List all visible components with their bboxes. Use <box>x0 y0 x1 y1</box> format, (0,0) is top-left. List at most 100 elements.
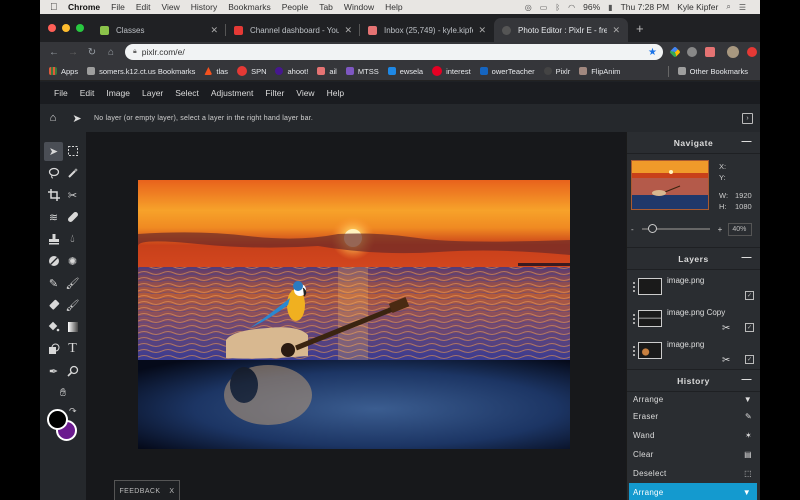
collapse-layers-button[interactable]: — <box>742 252 753 263</box>
layer-mask-scissors-icon[interactable]: ✂ <box>722 355 730 366</box>
bookmark-other[interactable]: Other Bookmarks <box>677 67 748 76</box>
zoom-out-button[interactable]: - <box>631 225 634 234</box>
pixlr-menu-file[interactable]: File <box>54 88 68 98</box>
wifi-icon[interactable]: ◠ <box>568 3 575 12</box>
heal-tool-icon[interactable] <box>63 208 82 227</box>
bookmark-star-icon[interactable]: ★ <box>648 47 657 58</box>
mac-menu-help[interactable]: Help <box>385 2 402 12</box>
new-tab-button[interactable]: + <box>636 21 644 36</box>
mac-menu-bookmarks[interactable]: Bookmarks <box>228 2 271 12</box>
home-icon[interactable]: ⌂ <box>47 112 59 124</box>
pixlr-menu-view[interactable]: View <box>296 88 314 98</box>
bookmark-powerteacher[interactable]: owerTeacher <box>479 67 535 76</box>
drag-handle-icon[interactable] <box>633 314 635 324</box>
tab-youtube-dashboard[interactable]: Channel dashboard - YouTube ✕ <box>226 18 360 42</box>
clone-stamp-tool-icon[interactable] <box>44 230 63 249</box>
mac-menu-tab[interactable]: Tab <box>319 2 333 12</box>
menu-app-name[interactable]: Chrome <box>68 2 100 12</box>
bookmark-flipanim[interactable]: FlipAnim <box>579 67 620 76</box>
spotlight-icon[interactable]: ⌕ <box>726 2 730 12</box>
layer-visibility-checkbox[interactable]: ✓ <box>745 291 754 300</box>
history-item[interactable]: Deselect ⬚ <box>627 464 760 483</box>
tab-pixlr-editor[interactable]: Photo Editor : Pixlr E - free ima ✕ <box>494 18 628 42</box>
history-item[interactable]: Wand ✶ <box>627 426 760 445</box>
pixlr-menu-select[interactable]: Select <box>175 88 199 98</box>
bookmark-somers[interactable]: somers.k12.ct.us Bookmarks <box>87 67 195 76</box>
zoom-slider[interactable] <box>641 224 710 233</box>
tab-gmail-inbox[interactable]: Inbox (25,749) - kyle.kipfer@ ✕ <box>360 18 494 42</box>
notification-center-icon[interactable]: ☰ <box>739 3 746 12</box>
feedback-label[interactable]: FEEDBACK <box>119 488 160 495</box>
history-item-selected[interactable]: Arrange ▼ <box>629 483 757 500</box>
layer-item[interactable]: image.png Copy ✂ ✓ <box>627 306 760 336</box>
collapse-navigate-button[interactable]: — <box>742 136 753 147</box>
layer-name[interactable]: image.png Copy <box>667 308 725 317</box>
bookmark-gmail[interactable]: ail <box>317 67 337 76</box>
history-item[interactable]: Eraser ✎ <box>627 407 760 426</box>
feedback-close-icon[interactable]: X <box>169 488 174 495</box>
pixlr-menu-adjustment[interactable]: Adjustment <box>211 88 254 98</box>
maximize-window-button[interactable] <box>76 24 84 32</box>
dodge-burn-tool-icon[interactable] <box>44 252 63 271</box>
image-canvas[interactable] <box>138 180 570 449</box>
user-name[interactable]: Kyle Kipfer <box>677 2 718 12</box>
bluetooth-icon[interactable]: ᛒ <box>555 3 560 12</box>
drag-handle-icon[interactable] <box>633 346 635 356</box>
zoom-slider-handle[interactable] <box>647 224 657 233</box>
swap-colors-icon[interactable]: ↷ <box>69 406 77 417</box>
layer-item[interactable]: image.png ✂ ✓ <box>627 338 760 368</box>
tab-close-icon[interactable]: ✕ <box>612 25 620 36</box>
mac-menu-view[interactable]: View <box>161 2 179 12</box>
layer-item[interactable]: image.png ✓ <box>627 274 760 304</box>
collapse-history-button[interactable]: — <box>742 374 753 385</box>
toggle-panels-button[interactable]: › <box>742 112 753 124</box>
address-bar[interactable]: 🔒︎ pixlr.com/e/ ★ <box>125 44 663 60</box>
history-item[interactable]: Arrange ▼ <box>627 392 760 407</box>
pixlr-menu-layer[interactable]: Layer <box>142 88 163 98</box>
layer-visibility-checkbox[interactable]: ✓ <box>745 323 754 332</box>
pixlr-menu-help[interactable]: Help <box>327 88 344 98</box>
google-drive-extension-icon[interactable] <box>669 46 681 58</box>
navigator-thumbnail[interactable] <box>631 160 709 210</box>
cutout-tool-icon[interactable]: ✂ <box>63 186 82 205</box>
arrange-tool-icon[interactable]: ➤ <box>44 141 63 161</box>
forward-button[interactable]: → <box>68 47 78 58</box>
layer-visibility-checkbox[interactable]: ✓ <box>745 355 754 364</box>
screencastify-extension-icon[interactable] <box>705 47 715 57</box>
eyedropper-tool-icon[interactable]: ✒ <box>44 362 63 381</box>
profile-avatar[interactable] <box>727 46 739 58</box>
lock-icon[interactable]: 🔒︎ <box>133 48 137 56</box>
creative-cloud-icon[interactable]: ◎ <box>525 3 532 12</box>
minimize-window-button[interactable] <box>62 24 70 32</box>
history-item[interactable]: Clear ▤ <box>627 445 760 464</box>
reload-button[interactable]: ↻ <box>87 47 97 58</box>
brush-tool-icon[interactable]: 🖌︎ <box>63 274 82 293</box>
blur-tool-icon[interactable]: 💧︎ <box>63 230 82 249</box>
replace-color-tool-icon[interactable]: 🖌︎ <box>63 296 82 315</box>
hand-tool-icon[interactable]: ✋︎ <box>54 384 73 403</box>
text-tool-icon[interactable]: T <box>63 340 82 359</box>
bookmark-pixlr[interactable]: Pixlr <box>543 67 570 76</box>
bookmark-tlas[interactable]: tlas <box>204 67 228 76</box>
pixlr-menu-edit[interactable]: Edit <box>80 88 95 98</box>
mac-menu-edit[interactable]: Edit <box>136 2 151 12</box>
tab-close-icon[interactable]: ✕ <box>210 25 218 36</box>
mac-menu-history[interactable]: History <box>191 2 217 12</box>
pixlr-menu-filter[interactable]: Filter <box>265 88 284 98</box>
mac-menu-people[interactable]: People <box>282 2 308 12</box>
extension-red-icon[interactable] <box>747 47 757 57</box>
home-button[interactable]: ⌂ <box>106 47 116 58</box>
layer-name[interactable]: image.png <box>667 276 704 285</box>
layer-name[interactable]: image.png <box>667 340 704 349</box>
close-window-button[interactable] <box>48 24 56 32</box>
airplay-icon[interactable]: ▭ <box>540 3 548 12</box>
feedback-tab[interactable]: FEEDBACK X <box>114 480 180 500</box>
layer-mask-scissors-icon[interactable]: ✂ <box>722 323 730 334</box>
shape-tool-icon[interactable] <box>44 340 63 359</box>
zoom-in-button[interactable]: + <box>718 225 723 234</box>
foreground-color-swatch[interactable] <box>47 409 68 430</box>
bookmark-pinterest[interactable]: interest <box>432 66 471 76</box>
liquify-tool-icon[interactable]: ≋ <box>44 208 63 227</box>
drag-handle-icon[interactable] <box>633 282 635 292</box>
bookmark-mtss[interactable]: MTSS <box>345 67 379 76</box>
